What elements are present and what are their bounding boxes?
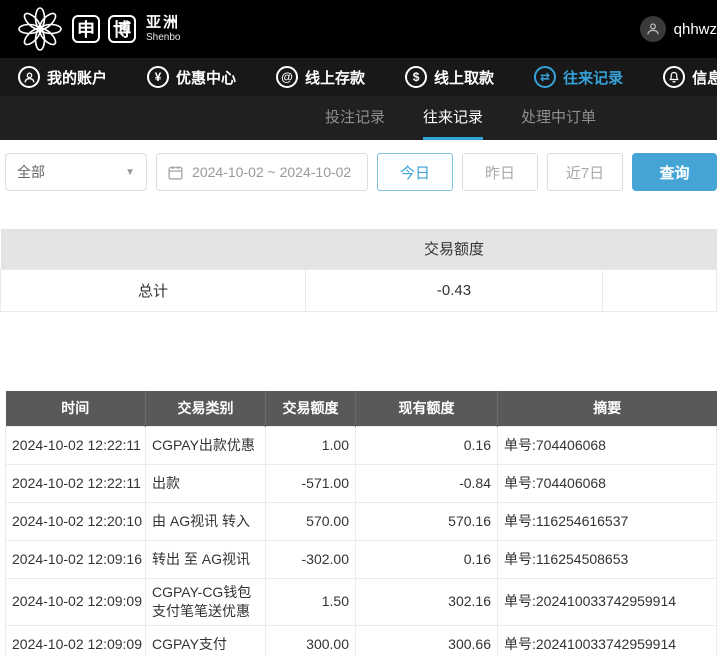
yesterday-button[interactable]: 昨日: [462, 153, 538, 191]
col-header-time: 时间: [6, 391, 146, 427]
bell-icon: [663, 66, 685, 88]
cell-type: CGPAY-CG钱包支付笔笔送优惠: [146, 579, 266, 626]
user-icon: [18, 66, 40, 88]
cell-balance: 0.16: [356, 541, 498, 579]
calendar-icon: [167, 164, 184, 181]
username: qhhwz: [674, 21, 717, 38]
cell-type: CGPAY出款优惠: [146, 427, 266, 465]
table-row: 2024-10-02 12:09:09 CGPAY支付 300.00 300.6…: [6, 625, 717, 656]
summary-header-spacer: [1, 229, 306, 269]
date-range-value: 2024-10-02 ~ 2024-10-02: [192, 164, 351, 180]
col-header-memo: 摘要: [498, 391, 717, 427]
today-button[interactable]: 今日: [377, 153, 453, 191]
date-range-input[interactable]: 2024-10-02 ~ 2024-10-02: [156, 153, 368, 191]
tab-betting-records[interactable]: 投注记录: [325, 96, 385, 140]
cell-time: 2024-10-02 12:22:11: [6, 427, 146, 465]
brand-logo[interactable]: 申 博 亚洲 Shenbo: [16, 5, 180, 53]
cell-time: 2024-10-02 12:20:10: [6, 503, 146, 541]
summary-total-row: 总计 -0.43: [1, 269, 717, 311]
user-avatar-icon: [640, 16, 666, 42]
cell-memo: 单号:704406068: [498, 465, 717, 503]
table-row: 2024-10-02 12:20:10 由 AG视讯 转入 570.00 570…: [6, 503, 717, 541]
summary-empty-cell: [603, 269, 717, 311]
table-row: 2024-10-02 12:22:11 出款 -571.00 -0.84 单号:…: [6, 465, 717, 503]
summary-header-row: 交易额度: [1, 229, 717, 269]
nav-item-promotions[interactable]: ¥ 优惠中心: [147, 66, 236, 88]
type-select-value: 全部: [17, 162, 45, 182]
nav-item-withdraw[interactable]: $ 线上取款: [405, 66, 494, 88]
cell-balance: 0.16: [356, 427, 498, 465]
nav-item-deposit[interactable]: @ 线上存款: [276, 66, 365, 88]
nav-label: 线上取款: [434, 67, 494, 88]
query-button[interactable]: 查询: [632, 153, 717, 191]
cell-memo: 单号:116254616537: [498, 503, 717, 541]
summary-total-label: 总计: [1, 269, 306, 311]
withdraw-icon: $: [405, 66, 427, 88]
brand-char-shen: 申: [72, 15, 100, 43]
summary-header-amount: 交易额度: [306, 229, 603, 269]
brand-en-label: Shenbo: [146, 32, 180, 43]
nav-item-messages[interactable]: 信息: [663, 66, 717, 88]
main-nav: 我的账户 ¥ 优惠中心 @ 线上存款 $ 线上取款 ⇄ 往来记录 信息: [0, 58, 717, 96]
summary-total-value: -0.43: [306, 269, 603, 311]
cell-memo: 单号:704406068: [498, 427, 717, 465]
cell-balance: 302.16: [356, 579, 498, 626]
cell-memo: 单号:202410033742959914: [498, 579, 717, 626]
cell-type: 由 AG视讯 转入: [146, 503, 266, 541]
table-row: 2024-10-02 12:22:11 CGPAY出款优惠 1.00 0.16 …: [6, 427, 717, 465]
col-header-type: 交易类别: [146, 391, 266, 427]
cell-type: 转出 至 AG视讯: [146, 541, 266, 579]
lotus-flower-icon: [16, 5, 64, 53]
records-header-row: 时间 交易类别 交易额度 现有额度 摘要: [6, 391, 717, 427]
records-table: 时间 交易类别 交易额度 现有额度 摘要 2024-10-02 12:22:11…: [5, 391, 717, 656]
cell-balance: -0.84: [356, 465, 498, 503]
nav-item-my-account[interactable]: 我的账户: [18, 66, 107, 88]
cell-balance: 300.66: [356, 625, 498, 656]
deposit-icon: @: [276, 66, 298, 88]
brand-subtitle: 亚洲 Shenbo: [146, 15, 180, 43]
cell-time: 2024-10-02 12:22:11: [6, 465, 146, 503]
cell-type: CGPAY支付: [146, 625, 266, 656]
nav-item-records[interactable]: ⇄ 往来记录: [534, 66, 623, 88]
type-select[interactable]: 全部 ▼: [5, 153, 147, 191]
cell-time: 2024-10-02 12:09:16: [6, 541, 146, 579]
top-header: 申 博 亚洲 Shenbo qhhwz: [0, 0, 717, 58]
brand-region-label: 亚洲: [146, 15, 180, 32]
brand-char-bo: 博: [108, 15, 136, 43]
record-tabs: 投注记录 往来记录 处理中订单: [0, 96, 717, 140]
table-row: 2024-10-02 12:09:16 转出 至 AG视讯 -302.00 0.…: [6, 541, 717, 579]
cell-amount: 1.50: [266, 579, 356, 626]
cell-amount: 570.00: [266, 503, 356, 541]
promo-icon: ¥: [147, 66, 169, 88]
cell-amount: 300.00: [266, 625, 356, 656]
cell-memo: 单号:202410033742959914: [498, 625, 717, 656]
cell-memo: 单号:116254508653: [498, 541, 717, 579]
nav-label: 线上存款: [305, 67, 365, 88]
chevron-down-icon: ▼: [125, 167, 135, 178]
cell-amount: -571.00: [266, 465, 356, 503]
col-header-amount: 交易额度: [266, 391, 356, 427]
cell-time: 2024-10-02 12:09:09: [6, 625, 146, 656]
filter-bar: 全部 ▼ 2024-10-02 ~ 2024-10-02 今日 昨日 近7日 查…: [5, 153, 717, 191]
cell-balance: 570.16: [356, 503, 498, 541]
records-icon: ⇄: [534, 66, 556, 88]
cell-amount: -302.00: [266, 541, 356, 579]
nav-label: 优惠中心: [176, 67, 236, 88]
summary-table: 交易额度 总计 -0.43: [0, 229, 717, 312]
last7days-button[interactable]: 近7日: [547, 153, 623, 191]
nav-label: 往来记录: [563, 67, 623, 88]
cell-amount: 1.00: [266, 427, 356, 465]
table-row: 2024-10-02 12:09:09 CGPAY-CG钱包支付笔笔送优惠 1.…: [6, 579, 717, 626]
summary-header-spacer: [603, 229, 717, 269]
tab-processing-orders[interactable]: 处理中订单: [521, 96, 596, 140]
user-account[interactable]: qhhwz: [640, 16, 717, 42]
tab-transaction-records[interactable]: 往来记录: [423, 96, 483, 140]
cell-type: 出款: [146, 465, 266, 503]
nav-label: 我的账户: [47, 67, 107, 88]
cell-time: 2024-10-02 12:09:09: [6, 579, 146, 626]
col-header-balance: 现有额度: [356, 391, 498, 427]
nav-label: 信息: [692, 67, 717, 88]
